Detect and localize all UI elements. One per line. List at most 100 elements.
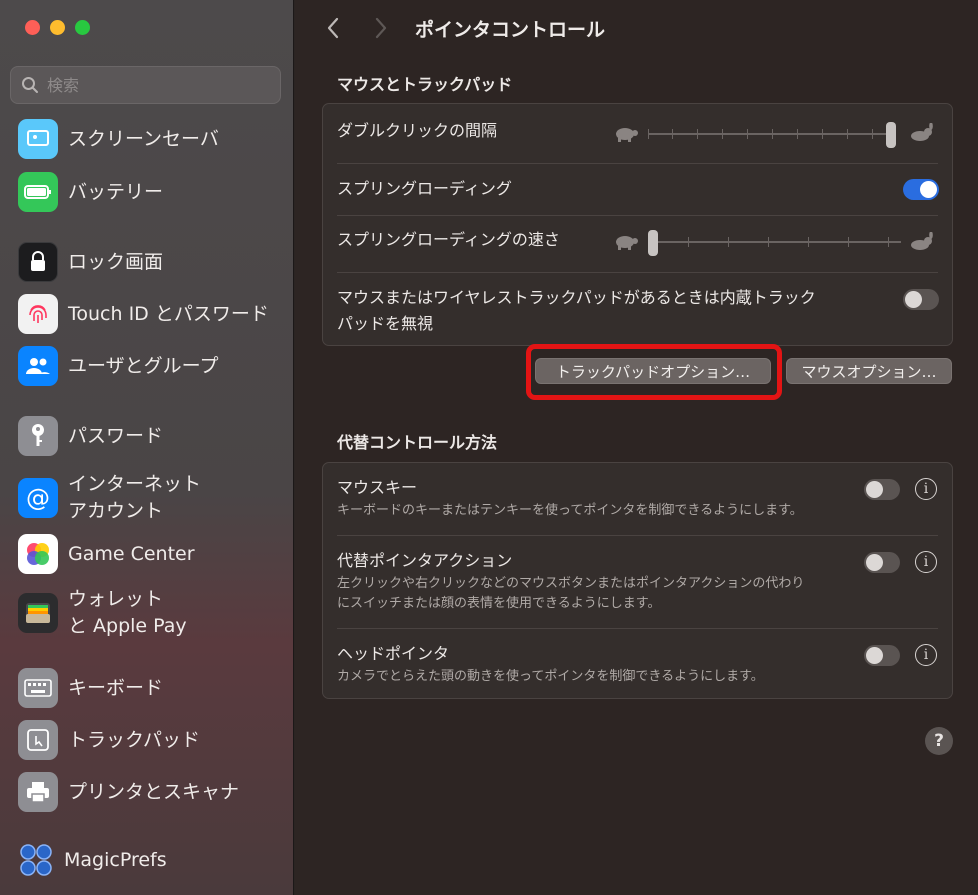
system-settings-window: スクリーンセーバ バッテリー ロック画面 bbox=[0, 0, 978, 895]
keyboard-icon bbox=[18, 668, 58, 708]
mouse-trackpad-group: ダブルクリックの間隔 スプリングローディング スプリングローディングの速さ マウ… bbox=[322, 103, 953, 346]
sidebar-item-keyboard[interactable]: キーボード bbox=[18, 666, 288, 710]
sidebar-item-screensaver[interactable]: スクリーンセーバ bbox=[18, 117, 288, 161]
slider-track bbox=[648, 241, 901, 243]
sidebar-item-battery[interactable]: バッテリー bbox=[18, 170, 288, 214]
spring-loading-toggle[interactable] bbox=[903, 179, 939, 200]
slider-tick bbox=[768, 237, 769, 247]
sidebar-item-internet-accounts[interactable]: @ インターネット アカウント bbox=[18, 470, 288, 526]
chevron-right-icon bbox=[375, 17, 387, 39]
trackpad-options-button[interactable]: トラックパッドオプション… bbox=[535, 358, 771, 384]
ignore-builtin-toggle[interactable] bbox=[903, 289, 939, 310]
slider-tick bbox=[822, 129, 823, 139]
slider-tick bbox=[728, 237, 729, 247]
close-window-button[interactable] bbox=[25, 20, 40, 35]
sidebar-item-wallet[interactable]: ウォレット と Apple Pay bbox=[18, 585, 288, 641]
slider-tick bbox=[697, 129, 698, 139]
slider-tick bbox=[722, 129, 723, 139]
spring-speed-row: スプリングローディングの速さ bbox=[323, 216, 952, 272]
sidebar-item-label: パスワード bbox=[68, 424, 164, 447]
key-icon bbox=[18, 416, 58, 456]
sidebar-item-lock-screen[interactable]: ロック画面 bbox=[18, 240, 288, 284]
slider-thumb[interactable] bbox=[648, 230, 658, 256]
slider-tick bbox=[797, 129, 798, 139]
slider-tick bbox=[747, 129, 748, 139]
sidebar-item-label: キーボード bbox=[68, 676, 164, 699]
trackpad-icon bbox=[18, 720, 58, 760]
magicprefs-icon bbox=[18, 840, 54, 880]
head-pointer-desc: カメラでとらえた頭の動きを使ってポインタを制御できるようにします。 bbox=[337, 669, 764, 684]
ignore-builtin-label: マウスまたはワイヤレストラックパッドがあるときは内蔵トラック パッドを無視 bbox=[337, 288, 816, 333]
spring-loading-label: スプリングローディング bbox=[337, 179, 512, 198]
head-pointer-toggle[interactable] bbox=[864, 645, 900, 666]
forward-button[interactable] bbox=[367, 14, 395, 42]
toggle-knob bbox=[866, 647, 883, 664]
double-click-speed-slider[interactable] bbox=[648, 122, 896, 148]
slider-tick bbox=[872, 129, 873, 139]
slider-tick bbox=[648, 129, 649, 139]
sidebar-item-touch-id[interactable]: Touch ID とパスワード bbox=[18, 292, 288, 336]
sidebar-item-users-groups[interactable]: ユーザとグループ bbox=[18, 344, 288, 388]
spring-speed-label: スプリングローディングの速さ bbox=[337, 230, 560, 249]
double-click-label: ダブルクリックの間隔 bbox=[337, 121, 498, 140]
help-button[interactable]: ? bbox=[925, 727, 953, 755]
sidebar-item-passwords[interactable]: パスワード bbox=[18, 414, 288, 458]
sidebar-item-label: ロック画面 bbox=[68, 250, 164, 273]
alt-pointer-label: 代替ポインタアクション bbox=[337, 551, 513, 570]
page-title: ポインタコントロール bbox=[415, 19, 606, 41]
sidebar-item-label: Touch ID とパスワード bbox=[68, 302, 269, 325]
sidebar-item-label: ウォレット と Apple Pay bbox=[68, 588, 187, 637]
back-button[interactable] bbox=[319, 14, 347, 42]
battery-icon bbox=[18, 172, 58, 212]
mouse-keys-toggle[interactable] bbox=[864, 479, 900, 500]
info-icon[interactable]: i bbox=[915, 644, 937, 666]
mouse-keys-desc: キーボードのキーまたはテンキーを使ってポインタを制御できるようにします。 bbox=[337, 503, 803, 518]
search-input[interactable] bbox=[47, 75, 267, 95]
mouse-keys-row: マウスキー キーボードのキーまたはテンキーを使ってポインタを制御できるようにしま… bbox=[323, 463, 952, 535]
toolbar: ポインタコントロール bbox=[295, 10, 978, 46]
slider-tick bbox=[848, 237, 849, 247]
head-pointer-row: ヘッドポインタ カメラでとらえた頭の動きを使ってポインタを制御できるようにします… bbox=[323, 629, 952, 699]
sidebar-item-label: Game Center bbox=[68, 542, 195, 565]
screensaver-icon bbox=[18, 119, 58, 159]
info-icon[interactable]: i bbox=[915, 551, 937, 573]
sidebar-item-label: トラックパッド bbox=[68, 728, 201, 751]
sidebar-item-label: ユーザとグループ bbox=[68, 354, 219, 377]
slider-thumb[interactable] bbox=[886, 122, 896, 148]
sidebar-item-trackpad[interactable]: トラックパッド bbox=[18, 718, 288, 762]
sidebar-item-label: バッテリー bbox=[68, 180, 164, 203]
spring-speed-slider[interactable] bbox=[648, 230, 901, 256]
sidebar-item-game-center[interactable]: Game Center bbox=[18, 532, 288, 576]
turtle-icon bbox=[616, 236, 638, 250]
sidebar-item-label: MagicPrefs bbox=[64, 848, 167, 871]
game-center-icon bbox=[18, 534, 58, 574]
sidebar-search bbox=[10, 66, 281, 104]
sidebar-item-label: スクリーンセーバ bbox=[68, 127, 219, 150]
zoom-window-button[interactable] bbox=[75, 20, 90, 35]
minimize-window-button[interactable] bbox=[50, 20, 65, 35]
sidebar-item-magicprefs[interactable]: MagicPrefs bbox=[18, 838, 288, 882]
sidebar: スクリーンセーバ バッテリー ロック画面 bbox=[0, 0, 294, 895]
slider-tick bbox=[847, 129, 848, 139]
main-pane: ポインタコントロール マウスとトラックパッド ダブルクリックの間隔 スプリングロ… bbox=[295, 0, 978, 895]
mouse-options-button[interactable]: マウスオプション… bbox=[786, 358, 952, 384]
sidebar-item-label: プリンタとスキャナ bbox=[68, 780, 240, 803]
slider-tick bbox=[772, 129, 773, 139]
sidebar-item-printers[interactable]: プリンタとスキャナ bbox=[18, 770, 288, 814]
chevron-left-icon bbox=[327, 17, 339, 39]
rabbit-icon bbox=[911, 123, 933, 141]
ignore-builtin-trackpad-row: マウスまたはワイヤレストラックパッドがあるときは内蔵トラック パッドを無視 bbox=[323, 273, 952, 345]
double-click-row: ダブルクリックの間隔 bbox=[323, 104, 952, 163]
section-title-alt-control: 代替コントロール方法 bbox=[337, 433, 498, 452]
at-icon: @ bbox=[18, 478, 58, 518]
slider-tick bbox=[672, 129, 673, 139]
mouse-keys-label: マウスキー bbox=[337, 478, 418, 497]
alt-control-group: マウスキー キーボードのキーまたはテンキーを使ってポインタを制御できるようにしま… bbox=[322, 462, 953, 699]
alt-pointer-toggle[interactable] bbox=[864, 552, 900, 573]
sidebar-item-label: インターネット アカウント bbox=[68, 473, 202, 522]
alt-pointer-desc: 左クリックや右クリックなどのマウスボタンまたはポインタアクションの代わり にスイ… bbox=[337, 576, 805, 611]
section-title-mouse-trackpad: マウスとトラックパッド bbox=[337, 75, 513, 94]
info-icon[interactable]: i bbox=[915, 478, 937, 500]
slider-tick bbox=[888, 237, 889, 247]
toggle-knob bbox=[920, 181, 937, 198]
